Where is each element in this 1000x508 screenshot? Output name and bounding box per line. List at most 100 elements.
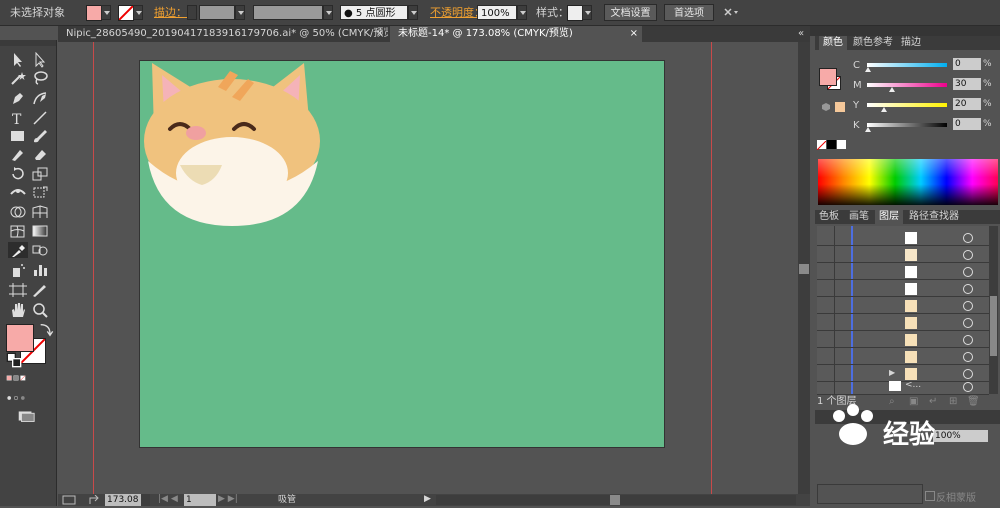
scrollbar-thumb[interactable] [799,264,809,274]
target-circle-icon[interactable] [963,318,973,328]
gradient-tool-icon[interactable] [30,223,50,239]
fill-dropdown[interactable] [101,5,111,20]
panel-dock-header[interactable] [810,26,1000,36]
profile-dropdown[interactable] [323,5,333,20]
direct-selection-tool-icon[interactable] [30,51,50,68]
target-circle-icon[interactable] [963,369,973,379]
status-menu-arrow-icon[interactable]: ▶ [424,494,431,504]
swap-fill-stroke-icon[interactable] [36,322,54,337]
layer-item[interactable] [817,349,989,365]
default-fill-stroke-icon[interactable] [4,352,22,368]
lasso-tool-icon[interactable] [30,70,50,86]
layers-scrollbar[interactable] [989,226,998,394]
arrange-icon[interactable] [722,5,742,21]
canvas-horizontal-scrollbar[interactable] [436,495,796,505]
target-circle-icon[interactable] [963,284,973,294]
page-field[interactable]: 1 [184,494,216,506]
rectangle-tool-icon[interactable] [8,128,28,144]
eraser-tool-icon[interactable] [30,146,50,162]
eyedropper-tool-icon[interactable] [8,242,28,258]
layer-item[interactable]: <... [817,379,989,395]
stroke-dropdown[interactable] [133,5,143,20]
target-circle-icon[interactable] [963,352,973,362]
artboard-tool-icon[interactable] [8,282,28,298]
slider-y[interactable] [867,103,947,107]
slider-k[interactable] [867,123,947,127]
new-layer-icon[interactable]: ⊞ [949,396,957,408]
share-icon[interactable] [88,494,100,505]
opacity-dropdown[interactable] [517,5,527,20]
fill-color-front[interactable] [6,324,34,352]
document-setup-button[interactable]: 文档设置 [604,4,657,21]
layer-item[interactable] [817,247,989,263]
color-mode-buttons[interactable] [6,370,50,384]
zoom-dropdown[interactable] [141,494,150,506]
style-dropdown[interactable] [582,5,592,20]
preferences-button[interactable]: 首选项 [664,4,714,21]
type-tool-icon[interactable]: T [8,110,28,128]
pen-tool-icon[interactable] [8,90,28,106]
white-swatch[interactable] [837,140,846,149]
layer-item[interactable] [817,264,989,280]
target-circle-icon[interactable] [963,335,973,345]
curvature-tool-icon[interactable] [30,90,50,106]
symbol-sprayer-tool-icon[interactable] [8,262,28,278]
cat-illustration[interactable] [140,61,665,448]
free-transform-tool-icon[interactable] [30,184,50,200]
line-tool-icon[interactable] [30,110,50,126]
slider-c[interactable] [867,63,947,67]
target-circle-icon[interactable] [963,250,973,260]
layer-item[interactable] [817,315,989,331]
perspective-grid-tool-icon[interactable] [30,204,50,220]
target-circle-icon[interactable] [963,382,973,392]
layer-item[interactable] [817,281,989,297]
stroke-weight-stepper[interactable] [187,5,197,20]
slider-c-thumb[interactable] [865,67,871,72]
stroke-label[interactable]: 描边： [154,5,187,20]
panel-fill-front[interactable] [819,68,837,86]
tab-layers[interactable]: 图层 [875,210,903,224]
blend-tool-icon[interactable] [30,242,50,258]
invert-mask-checkbox[interactable] [925,491,935,501]
tab-pathfinder[interactable]: 路径查找器 [905,210,963,224]
field-c[interactable]: 0 [953,58,981,70]
mesh-tool-icon[interactable] [8,223,28,239]
close-icon[interactable]: × [630,26,638,42]
first-page-icon[interactable]: |◀ ◀ [158,494,178,504]
zoom-field[interactable]: 173.08 [105,494,141,506]
magic-wand-tool-icon[interactable] [8,70,28,86]
artboard[interactable] [139,60,665,448]
brush-select[interactable]: ● 5 点圆形 [340,5,408,20]
canvas-vertical-scrollbar[interactable] [798,42,810,494]
tabs-overflow-icon[interactable]: « [798,28,804,39]
selection-tool-icon[interactable] [8,52,28,68]
tab-color[interactable]: 颜色 [819,36,847,50]
tab-brushes[interactable]: 画笔 [845,210,873,224]
layer-item[interactable] [817,332,989,348]
tab-nipic-document[interactable]: Nipic_28605490_20190417183916179706.ai* … [58,26,388,42]
slider-k-thumb[interactable] [865,127,871,132]
slider-m-thumb[interactable] [889,87,895,92]
screen-mode-icon[interactable] [16,408,38,422]
black-swatch[interactable] [827,140,836,149]
slice-tool-icon[interactable] [30,282,50,298]
none-swatch[interactable] [816,140,827,151]
opacity-field[interactable]: 100% [477,5,517,20]
layer-item[interactable] [817,298,989,314]
paintbrush-tool-icon[interactable] [30,128,50,144]
slider-y-thumb[interactable] [881,107,887,112]
color-spectrum[interactable] [818,159,998,205]
toolbox-grip[interactable] [0,40,56,46]
expand-arrow-icon[interactable]: ▶ [889,368,895,377]
shape-builder-tool-icon[interactable] [8,204,28,220]
delete-layer-icon[interactable]: 🗑 [967,396,980,408]
slider-m[interactable] [867,83,947,87]
scrollbar-thumb[interactable] [990,296,997,356]
draw-mode-buttons[interactable] [6,390,50,404]
layer-item[interactable] [817,230,989,246]
width-tool-icon[interactable] [8,184,28,200]
scrollbar-thumb[interactable] [610,495,620,505]
brush-dropdown[interactable] [408,5,418,20]
tab-swatches[interactable]: 色板 [815,210,843,224]
tab-untitled-14[interactable]: 未标题-14* @ 173.08% (CMYK/预览) × [390,26,642,42]
